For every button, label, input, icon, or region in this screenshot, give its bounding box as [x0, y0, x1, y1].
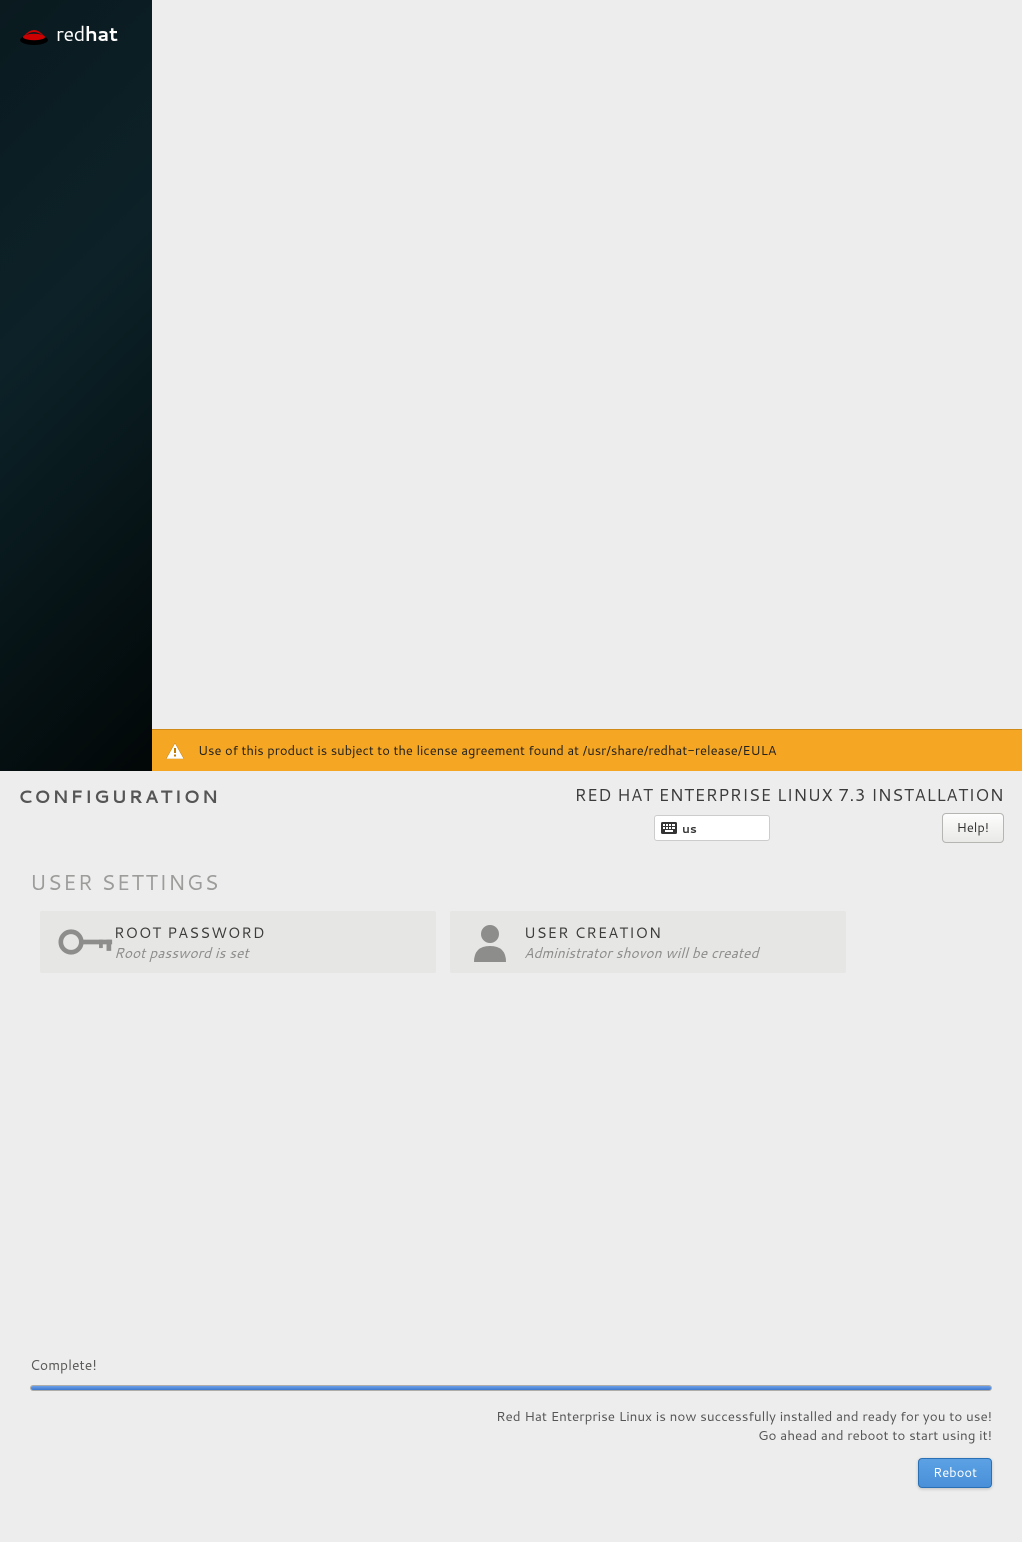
keyboard-layout-value: us	[682, 820, 697, 837]
user-creation-card[interactable]: USER CREATION Administrator shovon will …	[450, 911, 846, 973]
success-message-1: Red Hat Enterprise Linux is now successf…	[30, 1407, 992, 1427]
root-password-title: ROOT PASSWORD	[114, 922, 266, 943]
content: USER SETTINGS ROOT PASSWORD	[0, 843, 1022, 1542]
user-settings-title: USER SETTINGS	[30, 867, 992, 897]
user-creation-subtitle: Administrator shovon will be created	[524, 943, 759, 963]
root-password-card[interactable]: ROOT PASSWORD Root password is set	[40, 911, 436, 973]
help-button[interactable]: Help!	[942, 813, 1004, 843]
page-title: CONFIGURATION	[18, 783, 220, 809]
logo-text-hat: hat	[85, 20, 118, 48]
sidebar: redhat	[0, 0, 152, 771]
root-password-subtitle: Root password is set	[114, 943, 266, 963]
progress-area: Complete! Red Hat Enterprise Linux is no…	[30, 1355, 992, 1506]
install-title: RED HAT ENTERPRISE LINUX 7.3 INSTALLATIO…	[575, 783, 1004, 807]
header: CONFIGURATION RED HAT ENTERPRISE LINUX 7…	[0, 771, 1022, 843]
user-creation-title: USER CREATION	[524, 922, 759, 943]
progress-status: Complete!	[30, 1355, 992, 1375]
main-panel: CONFIGURATION RED HAT ENTERPRISE LINUX 7…	[0, 771, 1022, 1542]
redhat-hat-icon	[18, 22, 50, 46]
reboot-button[interactable]: Reboot	[918, 1458, 992, 1488]
success-message-2: Go ahead and reboot to start using it!	[30, 1426, 992, 1446]
progress-bar-fill	[31, 1386, 991, 1390]
key-icon	[58, 922, 114, 962]
keyboard-icon	[661, 822, 677, 834]
logo-text-red: red	[56, 20, 85, 48]
keyboard-layout-selector[interactable]: us	[654, 815, 770, 841]
user-icon	[468, 922, 524, 962]
eula-bar: Use of this product is subject to the li…	[152, 729, 1022, 771]
warning-icon	[166, 743, 184, 759]
eula-text: Use of this product is subject to the li…	[198, 742, 777, 760]
redhat-logo: redhat	[18, 20, 118, 48]
progress-bar	[30, 1385, 992, 1391]
